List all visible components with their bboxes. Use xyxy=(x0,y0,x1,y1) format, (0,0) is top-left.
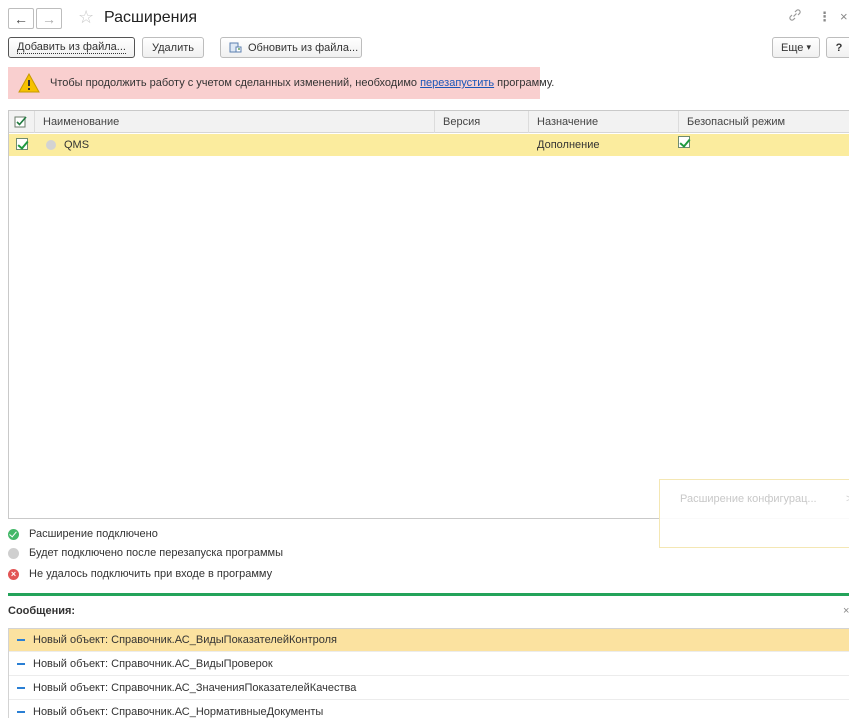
warning-icon xyxy=(18,72,40,93)
active-checkbox[interactable] xyxy=(16,138,28,150)
extensions-table[interactable]: Наименование Версия Назначение Безопасны… xyxy=(8,110,849,519)
arrow-right-icon: → xyxy=(42,10,56,27)
legend-waiting-label: Будет подключено после перезапуска прогр… xyxy=(29,547,284,559)
dash-icon xyxy=(17,639,25,641)
separator xyxy=(8,593,849,596)
more-vertical-icon[interactable]: ⋮ xyxy=(818,8,831,26)
status-waiting-icon xyxy=(46,140,56,150)
update-file-icon xyxy=(229,42,243,54)
column-header-version[interactable]: Версия xyxy=(435,111,529,133)
dash-icon xyxy=(17,687,25,689)
link-icon[interactable] xyxy=(788,8,802,27)
message-text: Новый объект: Справочник.АС_ВидыПроверок xyxy=(33,658,273,670)
warning-text-before: Чтобы продолжить работу с учетом сделанн… xyxy=(50,77,421,89)
extension-name: QMS xyxy=(64,139,90,151)
page-title: Расширения xyxy=(104,9,198,26)
update-from-file-label: Обновить из файла... xyxy=(248,41,359,54)
notification-text: Расширение конфигурац... xyxy=(680,493,817,505)
safe-mode-checkbox[interactable] xyxy=(678,136,690,148)
more-button[interactable]: Еще ▾ xyxy=(772,37,820,58)
legend-connected-label: Расширение подключено xyxy=(29,528,158,540)
help-label: ? xyxy=(835,41,843,54)
message-item[interactable]: Новый объект: Справочник.АС_ЗначенияПока… xyxy=(9,677,849,700)
legend-error-label: Не удалось подключить при входе в програ… xyxy=(29,568,273,580)
close-icon[interactable]: × xyxy=(840,8,848,26)
notification-popup[interactable]: Расширение конфигурац... > xyxy=(659,479,849,548)
star-icon[interactable]: ☆ xyxy=(78,6,94,28)
add-from-file-label: Добавить из файла... xyxy=(17,41,126,54)
message-item[interactable]: Новый объект: Справочник.АС_ВидыПроверок xyxy=(9,653,849,676)
back-button[interactable]: ← xyxy=(8,8,34,29)
check-column-icon xyxy=(14,116,27,128)
waiting-icon xyxy=(8,547,19,559)
column-header-active[interactable] xyxy=(9,111,35,133)
add-from-file-button[interactable]: Добавить из файла... xyxy=(8,37,135,58)
message-item[interactable]: Новый объект: Справочник.АС_НормативныеД… xyxy=(9,701,849,718)
messages-list[interactable]: Новый объект: Справочник.АС_ВидыПоказате… xyxy=(8,628,849,718)
column-header-safe-mode[interactable]: Безопасный режим xyxy=(679,111,849,133)
update-from-file-button[interactable]: Обновить из файла... xyxy=(220,37,362,58)
legend-waiting: Будет подключено после перезапуска прогр… xyxy=(8,546,283,560)
delete-button[interactable]: Удалить xyxy=(142,37,204,58)
table-header: Наименование Версия Назначение Безопасны… xyxy=(9,111,849,133)
message-text: Новый объект: Справочник.АС_ВидыПоказате… xyxy=(33,634,338,646)
dash-icon xyxy=(17,711,25,713)
messages-close-icon[interactable]: × xyxy=(843,605,849,617)
message-item[interactable]: Новый объект: Справочник.АС_ВидыПоказате… xyxy=(9,629,849,652)
restart-warning: Чтобы продолжить работу с учетом сделанн… xyxy=(8,67,554,99)
warning-text: Чтобы продолжить работу с учетом сделанн… xyxy=(50,77,554,89)
warning-text-after: программу. xyxy=(494,77,555,89)
legend-error: × Не удалось подключить при входе в прог… xyxy=(8,567,272,581)
legend-connected: Расширение подключено xyxy=(8,527,158,541)
help-button[interactable]: ? xyxy=(826,37,849,58)
restart-link[interactable]: перезапустить xyxy=(420,77,494,89)
column-header-purpose[interactable]: Назначение xyxy=(529,111,679,133)
chevron-down-icon: ▾ xyxy=(806,42,811,52)
extension-purpose: Дополнение xyxy=(537,139,600,151)
messages-title: Сообщения: xyxy=(8,605,76,617)
table-row[interactable]: QMS Дополнение xyxy=(9,134,849,156)
dash-icon xyxy=(17,663,25,665)
message-text: Новый объект: Справочник.АС_ЗначенияПока… xyxy=(33,682,357,694)
message-text: Новый объект: Справочник.АС_НормативныеД… xyxy=(33,706,324,718)
delete-label: Удалить xyxy=(152,41,194,54)
column-header-name[interactable]: Наименование xyxy=(35,111,435,133)
forward-button[interactable]: → xyxy=(36,8,62,29)
more-label: Еще xyxy=(781,41,804,54)
connected-icon xyxy=(8,528,19,540)
arrow-left-icon: ← xyxy=(14,10,28,27)
error-icon: × xyxy=(8,568,19,580)
